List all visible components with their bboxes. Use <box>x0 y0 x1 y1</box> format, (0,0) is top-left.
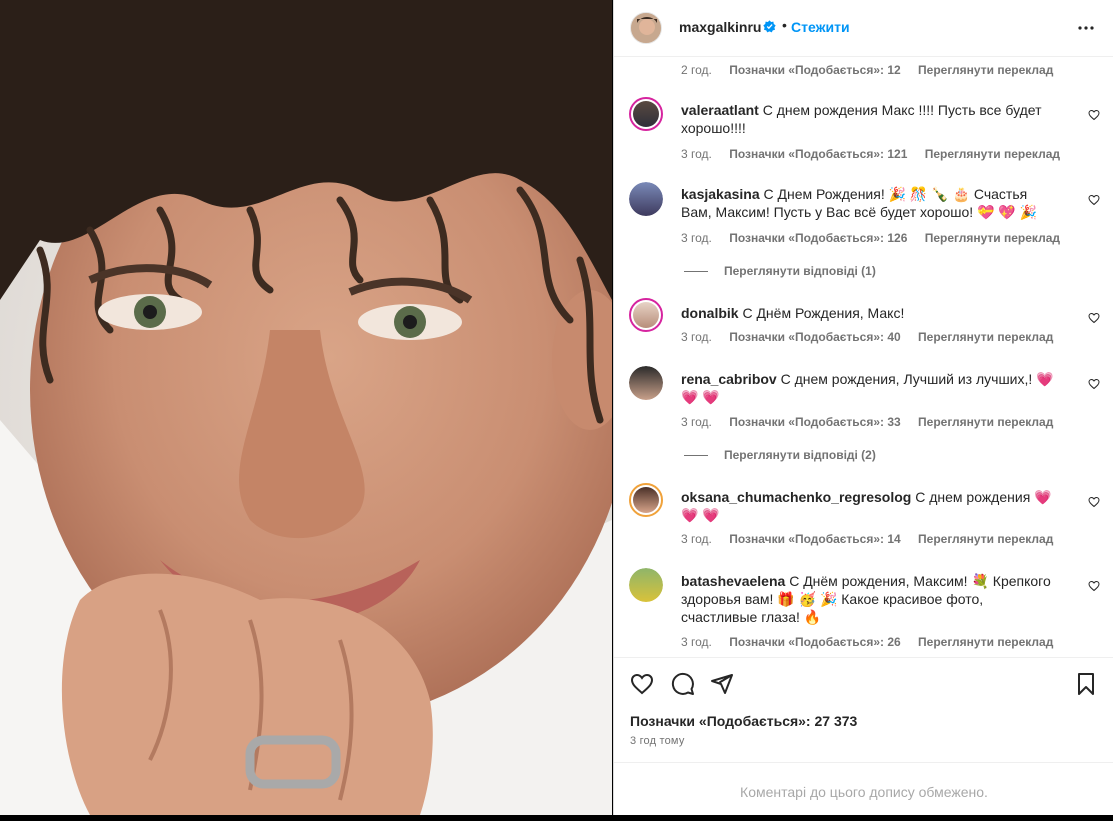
comment-heart-icon[interactable] <box>1088 312 1100 324</box>
commenter-avatar[interactable] <box>629 483 663 517</box>
comment-likes[interactable]: Позначки «Подобається»: 14 <box>729 532 900 546</box>
verified-badge-icon <box>763 20 776 33</box>
commenter-username[interactable]: donalbik <box>681 305 739 321</box>
translate-link[interactable]: Переглянути переклад <box>918 415 1053 429</box>
comments-list[interactable]: 2 год. Позначки «Подобається»: 12 Перегл… <box>614 57 1113 657</box>
comment-likes[interactable]: Позначки «Подобається»: 12 <box>729 63 900 77</box>
comment-meta: 3 год. Позначки «Подобається»: 14 Перегл… <box>681 532 1067 546</box>
comments-restricted-notice: Коментарі до цього допису обмежено. <box>614 762 1113 815</box>
comment-likes[interactable]: Позначки «Подобається»: 121 <box>729 147 907 161</box>
comment-body: С Днём Рождения, Макс! <box>742 305 905 321</box>
comment-heart-icon[interactable] <box>1088 194 1100 206</box>
post-modal: maxgalkinru • Стежити 2 год. Позначки «П… <box>0 0 1113 815</box>
commenter-avatar[interactable] <box>629 298 663 332</box>
comment-time: 3 год. <box>681 532 712 546</box>
comment-meta: 3 год. Позначки «Подобається»: 26 Перегл… <box>681 635 1067 649</box>
commenter-username[interactable]: oksana_chumachenko_regresolog <box>681 489 911 505</box>
comment-text: oksana_chumachenko_regresolog С днем рож… <box>681 488 1061 524</box>
comment-text: kasjakasina С Днем Рождения! 🎉 🎊 🍾 🎂 Сча… <box>681 185 1061 221</box>
post-actions: Позначки «Подобається»: 27 373 3 год том… <box>614 657 1113 777</box>
header-separator: • <box>782 17 787 33</box>
post-timestamp: 3 год тому <box>630 735 685 747</box>
commenter-avatar[interactable] <box>629 366 663 400</box>
more-icon[interactable] <box>1074 16 1098 40</box>
comment-text: valeraatlant С днем рождения Макс !!!! П… <box>681 101 1061 137</box>
comment-heart-icon[interactable] <box>1088 378 1100 390</box>
translate-link[interactable]: Переглянути переклад <box>918 330 1053 344</box>
comment-text: batashevaelena С Днём рождения, Максим! … <box>681 572 1061 626</box>
comment-text: rena_cabribov С днем рождения, Лучший из… <box>681 370 1061 406</box>
translate-link[interactable]: Переглянути переклад <box>918 63 1053 77</box>
translate-link[interactable]: Переглянути переклад <box>925 231 1060 245</box>
translate-link[interactable]: Переглянути переклад <box>918 635 1053 649</box>
comment-meta: 3 год. Позначки «Подобається»: 40 Перегл… <box>681 330 1067 344</box>
comment-time: 2 год. <box>681 63 712 77</box>
view-replies-label: Переглянути відповіді (1) <box>724 264 876 278</box>
author-avatar[interactable] <box>630 12 662 44</box>
comment-time: 3 год. <box>681 330 712 344</box>
portrait-image <box>0 0 612 815</box>
comment-heart-icon[interactable] <box>1088 109 1100 121</box>
comment-heart-icon[interactable] <box>1088 580 1100 592</box>
comment-time: 3 год. <box>681 231 712 245</box>
comment-likes[interactable]: Позначки «Подобається»: 33 <box>729 415 900 429</box>
view-replies-button[interactable]: Переглянути відповіді (2) <box>684 448 876 462</box>
post-likes-count[interactable]: Позначки «Подобається»: 27 373 <box>630 713 857 729</box>
comment-icon[interactable] <box>671 672 695 696</box>
commenter-username[interactable]: rena_cabribov <box>681 371 777 387</box>
author-username[interactable]: maxgalkinru <box>679 19 761 35</box>
comment-time: 3 год. <box>681 635 712 649</box>
commenter-avatar[interactable] <box>629 568 663 602</box>
follow-button[interactable]: Стежити <box>791 19 850 35</box>
post-header: maxgalkinru • Стежити <box>614 0 1113 57</box>
commenter-username[interactable]: valeraatlant <box>681 102 759 118</box>
comment-meta: 2 год. Позначки «Подобається»: 12 Перегл… <box>681 63 1067 77</box>
commenter-username[interactable]: kasjakasina <box>681 186 760 202</box>
comment-likes[interactable]: Позначки «Подобається»: 40 <box>729 330 900 344</box>
comment-meta: 3 год. Позначки «Подобається»: 121 Перег… <box>681 147 1074 161</box>
comment-meta: 3 год. Позначки «Подобається»: 126 Перег… <box>681 231 1074 245</box>
bookmark-icon[interactable] <box>1074 672 1098 696</box>
view-replies-button[interactable]: Переглянути відповіді (1) <box>684 264 876 278</box>
post-photo[interactable] <box>0 0 612 815</box>
comment-time: 3 год. <box>681 147 712 161</box>
commenter-username[interactable]: batashevaelena <box>681 573 785 589</box>
view-replies-label: Переглянути відповіді (2) <box>724 448 876 462</box>
share-icon[interactable] <box>710 672 734 696</box>
comment-meta: 3 год. Позначки «Подобається»: 33 Перегл… <box>681 415 1067 429</box>
comment-likes[interactable]: Позначки «Подобається»: 126 <box>729 231 907 245</box>
translate-link[interactable]: Переглянути переклад <box>918 532 1053 546</box>
comment-time: 3 год. <box>681 415 712 429</box>
comment-likes[interactable]: Позначки «Подобається»: 26 <box>729 635 900 649</box>
heart-icon[interactable] <box>630 672 654 696</box>
translate-link[interactable]: Переглянути переклад <box>925 147 1060 161</box>
commenter-avatar[interactable] <box>629 182 663 216</box>
comment-heart-icon[interactable] <box>1088 496 1100 508</box>
replies-divider <box>684 271 708 273</box>
replies-divider <box>684 455 708 457</box>
post-panel: maxgalkinru • Стежити 2 год. Позначки «П… <box>613 0 1113 815</box>
commenter-avatar[interactable] <box>629 97 663 131</box>
comment-text: donalbik С Днём Рождения, Макс! <box>681 304 1061 322</box>
